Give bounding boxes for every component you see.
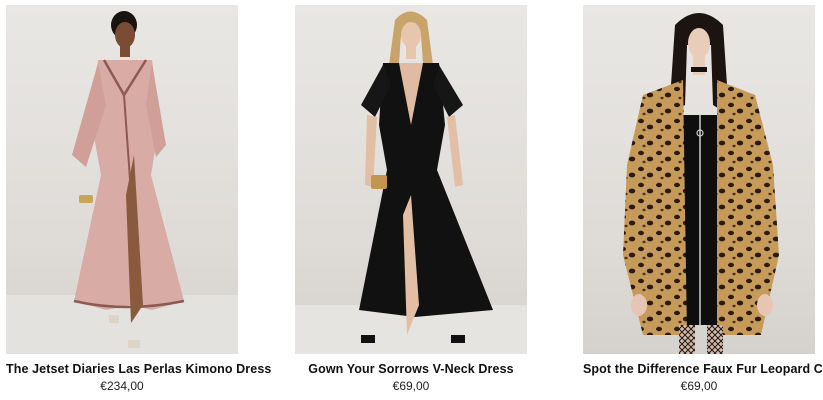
product-image-black-v-neck-dress[interactable] <box>295 5 527 354</box>
product-image-leopard-fur-coat[interactable] <box>583 5 815 354</box>
product-price: €69,00 <box>392 379 430 393</box>
product-price: €69,00 <box>680 379 718 393</box>
product-card[interactable]: Spot the Difference Faux Fur Leopard Coa… <box>583 5 823 393</box>
product-title[interactable]: Gown Your Sorrows V-Neck Dress <box>295 362 527 376</box>
product-card[interactable]: The Jetset Diaries Las Perlas Kimono Dre… <box>6 5 271 393</box>
product-grid: The Jetset Diaries Las Perlas Kimono Dre… <box>0 0 823 400</box>
product-card[interactable]: Gown Your Sorrows V-Neck Dress €69,00 <box>295 5 527 393</box>
product-title[interactable]: Spot the Difference Faux Fur Leopard Coa… <box>583 362 823 376</box>
product-price: €234,00 <box>100 379 144 393</box>
product-image-pink-kimono-dress[interactable] <box>6 5 238 354</box>
product-title[interactable]: The Jetset Diaries Las Perlas Kimono Dre… <box>6 362 271 376</box>
